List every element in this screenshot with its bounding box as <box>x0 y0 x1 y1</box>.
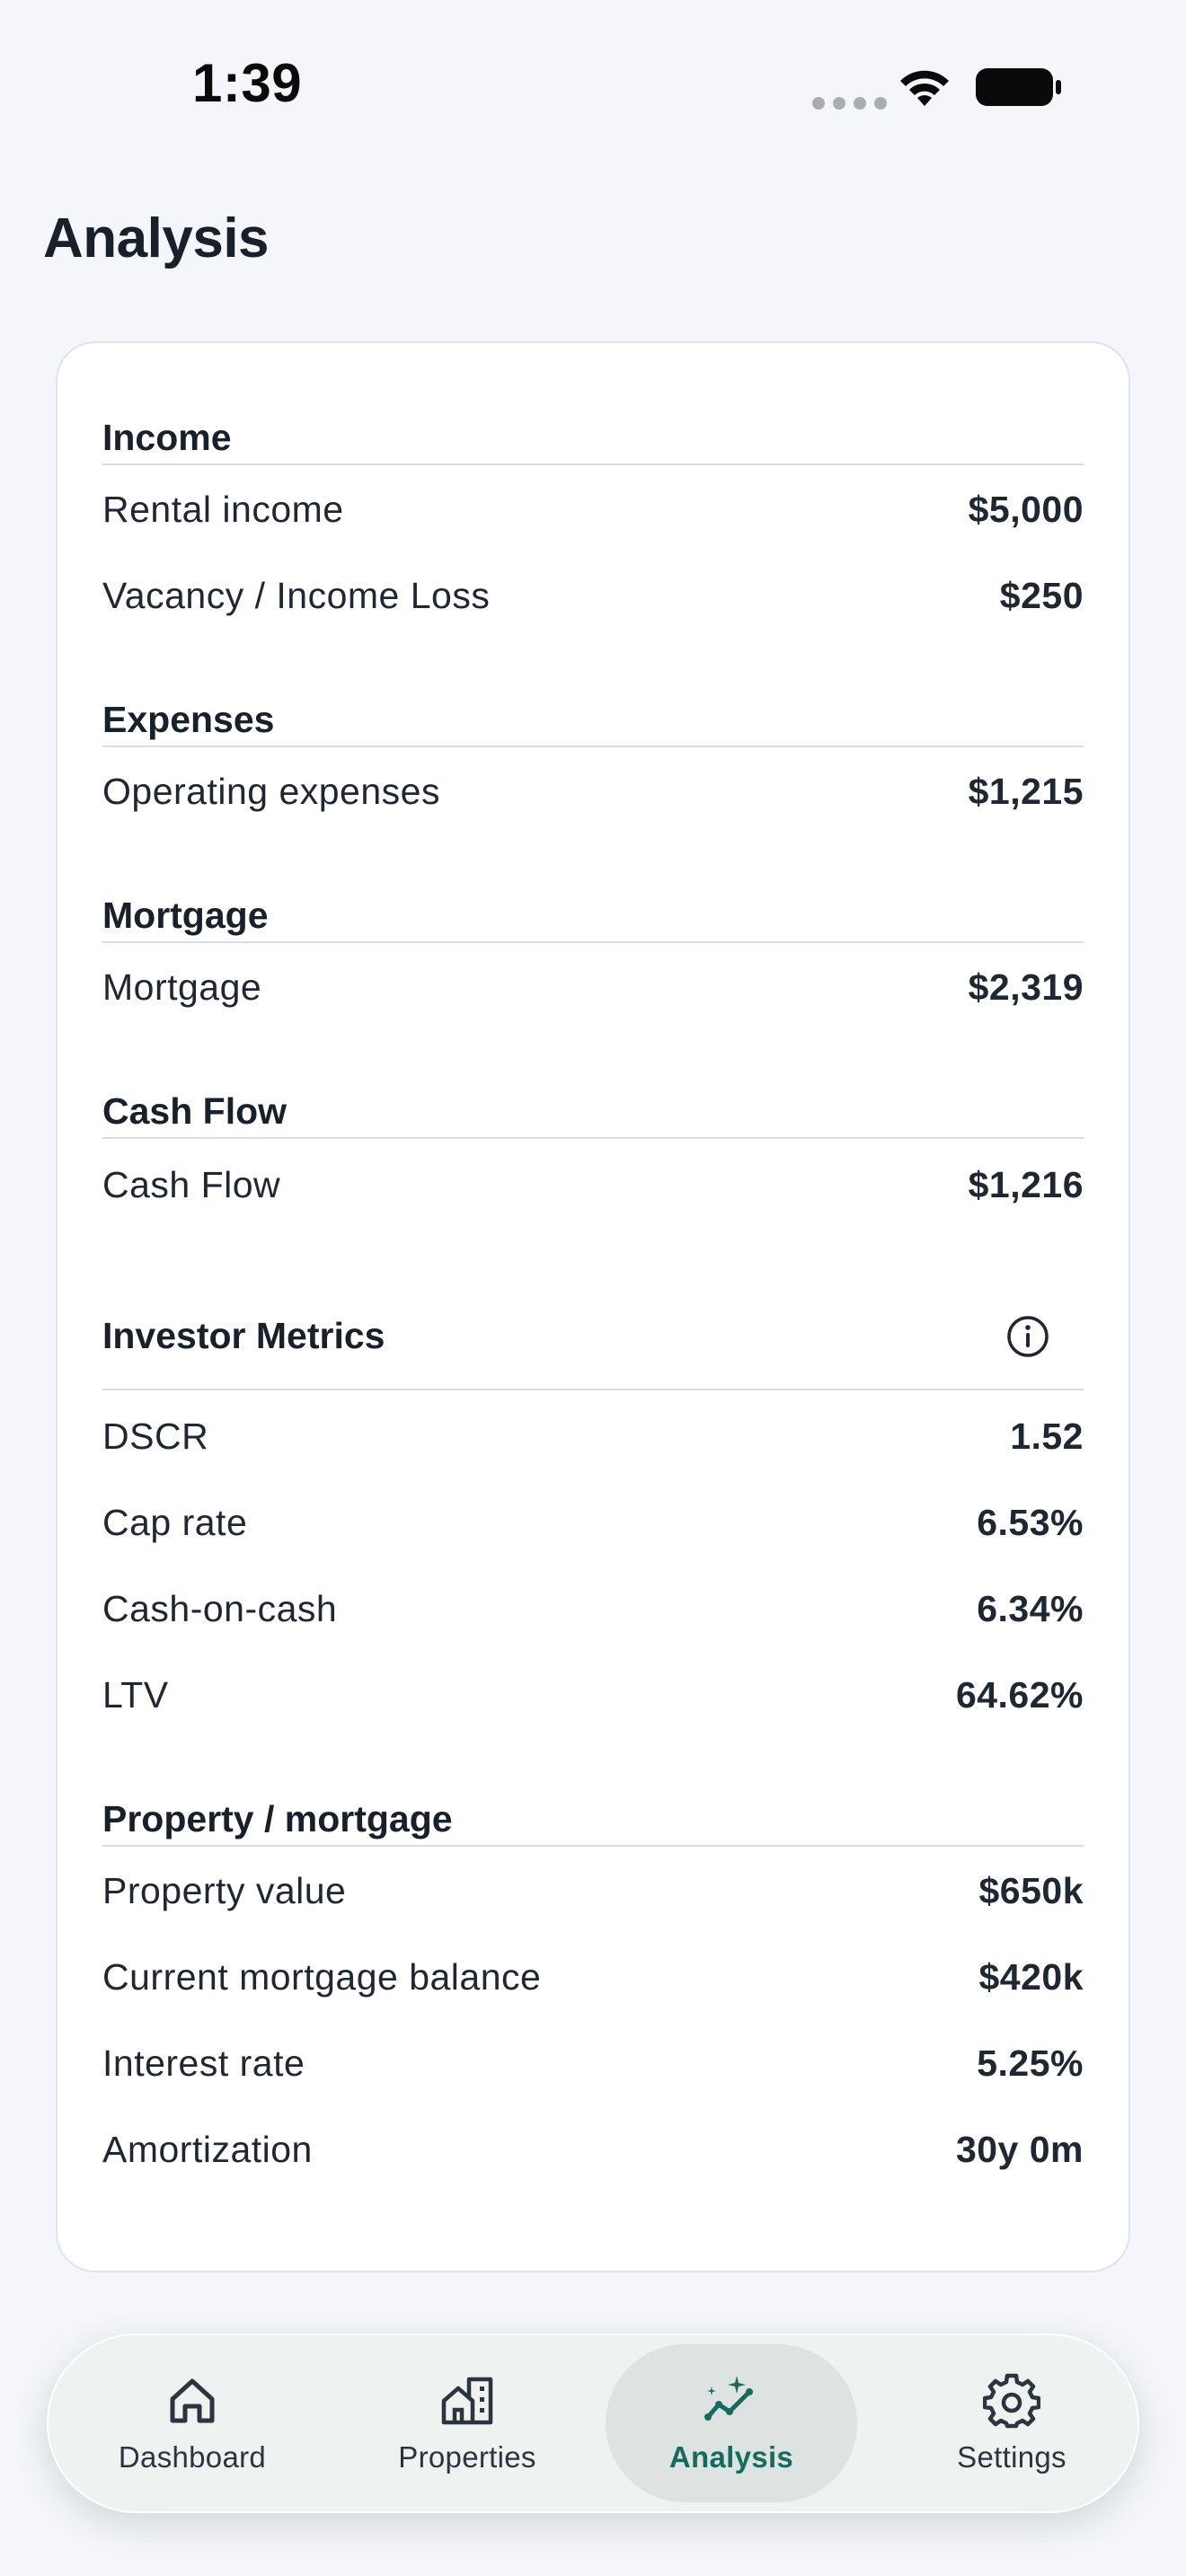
row-label-cash-on-cash: Cash-on-cash <box>102 1588 338 1629</box>
wifi-icon <box>900 70 949 106</box>
tab-label: Settings <box>957 2440 1067 2474</box>
section-divider <box>102 745 1084 747</box>
section-divider <box>102 1845 1084 1847</box>
row-value-dscr: 1.52 <box>1010 1416 1084 1457</box>
row-label-mortgage: Mortgage <box>102 966 262 1008</box>
row-label-dscr: DSCR <box>102 1416 209 1457</box>
section-divider <box>102 1137 1084 1139</box>
row-label-vacancy: Vacancy / Income Loss <box>102 575 491 616</box>
tab-label: Properties <box>398 2440 536 2474</box>
section-heading-income: Income <box>102 417 232 458</box>
section-heading-property-mortgage: Property / mortgage <box>102 1798 453 1839</box>
section-heading-investor-metrics: Investor Metrics <box>102 1315 385 1356</box>
row-value-cash-flow: $1,216 <box>968 1164 1084 1205</box>
row-value-vacancy: $250 <box>999 575 1084 616</box>
tab-analysis[interactable]: Analysis <box>606 2344 857 2502</box>
row-value-rental-income: $5,000 <box>968 489 1084 530</box>
tab-label: Analysis <box>668 2440 794 2474</box>
buildings-icon <box>441 2377 493 2425</box>
tab-settings[interactable]: Settings <box>904 2344 1120 2502</box>
gear-icon <box>983 2373 1040 2429</box>
section-heading-mortgage: Mortgage <box>102 895 269 936</box>
status-bar: 1:39 <box>0 0 1186 171</box>
sparkle-chart-icon <box>704 2376 753 2421</box>
status-time: 1:39 <box>192 53 303 113</box>
row-value-mortgage-balance: $420k <box>978 1956 1084 1998</box>
home-icon <box>170 2378 215 2423</box>
tab-bar: Dashboard Properties Analysis Settings <box>47 2333 1139 2513</box>
tab-label: Dashboard <box>118 2440 267 2474</box>
row-value-property-value: $650k <box>978 1870 1084 1911</box>
row-value-amortization: 30y 0m <box>955 2129 1084 2170</box>
cellular-signal-icon <box>812 97 887 110</box>
row-label-mortgage-balance: Current mortgage balance <box>102 1956 542 1998</box>
row-label-property-value: Property value <box>102 1870 347 1911</box>
tab-dashboard[interactable]: Dashboard <box>84 2344 300 2502</box>
section-divider <box>102 463 1084 465</box>
row-label-amortization: Amortization <box>102 2129 313 2170</box>
row-label-cap-rate: Cap rate <box>102 1502 248 1543</box>
section-heading-cash-flow: Cash Flow <box>102 1090 288 1132</box>
row-label-rental-income: Rental income <box>102 489 344 530</box>
section-divider <box>102 941 1084 943</box>
row-value-ltv: 64.62% <box>955 1674 1084 1716</box>
section-divider <box>102 1389 1084 1390</box>
info-circle-icon[interactable] <box>1005 1313 1051 1360</box>
row-label-operating-expenses: Operating expenses <box>102 771 440 812</box>
analysis-screen: 1:39 Analysis Income Rental income $5,00… <box>0 0 1186 2576</box>
row-value-cap-rate: 6.53% <box>977 1502 1084 1543</box>
section-heading-expenses: Expenses <box>102 699 275 740</box>
battery-icon <box>976 68 1061 106</box>
row-value-operating-expenses: $1,215 <box>968 771 1084 812</box>
row-value-mortgage: $2,319 <box>968 966 1084 1008</box>
page-title: Analysis <box>43 207 270 269</box>
row-label-cash-flow: Cash Flow <box>102 1164 281 1205</box>
row-value-cash-on-cash: 6.34% <box>977 1588 1084 1629</box>
row-label-interest-rate: Interest rate <box>102 2042 305 2084</box>
tab-properties[interactable]: Properties <box>359 2344 575 2502</box>
row-label-ltv: LTV <box>102 1674 169 1716</box>
row-value-interest-rate: 5.25% <box>977 2042 1084 2084</box>
